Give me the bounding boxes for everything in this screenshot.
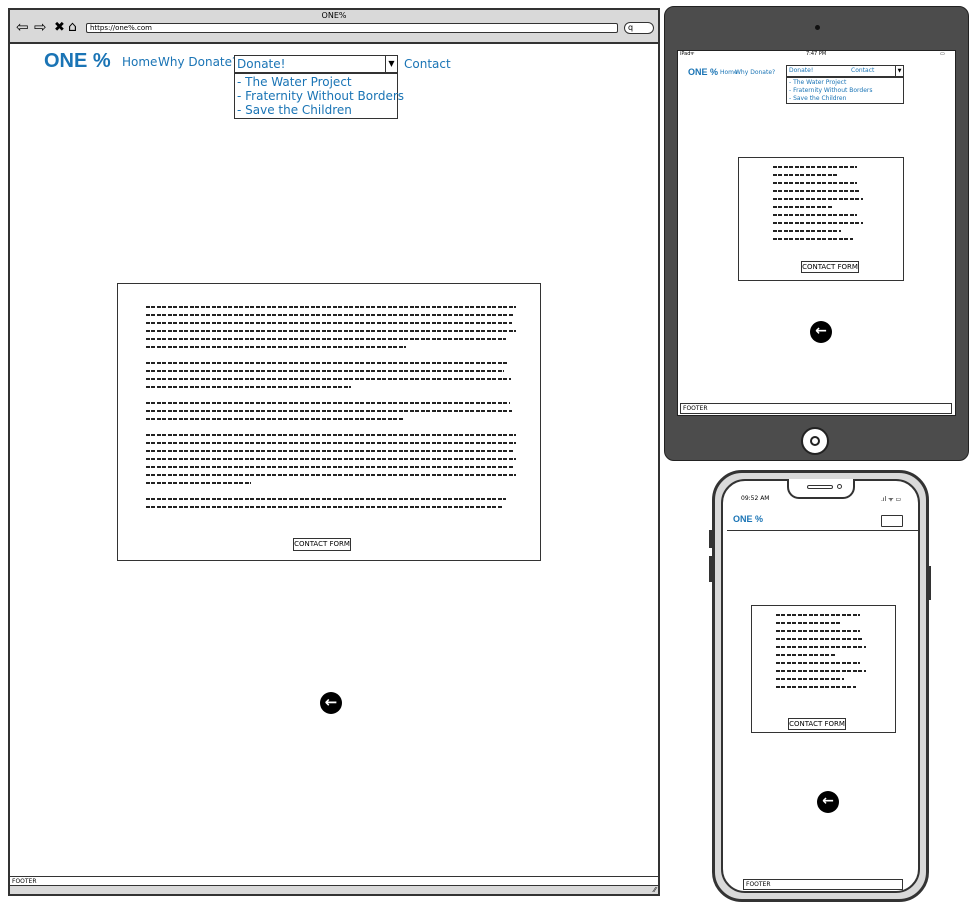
donate-dropdown[interactable]: Donate! ▼ xyxy=(234,55,398,73)
donate-option-water-project[interactable]: - The Water Project xyxy=(237,76,352,89)
chevron-down-icon[interactable]: ▼ xyxy=(385,56,397,72)
phone-header: ONE % xyxy=(727,509,918,531)
contact-form-button[interactable]: CONTACT FORM xyxy=(293,538,351,551)
home-icon[interactable]: ⌂ xyxy=(68,20,77,35)
url-field[interactable]: https://one%.com xyxy=(86,23,618,33)
search-field[interactable]: q xyxy=(624,22,654,34)
hamburger-menu-icon[interactable] xyxy=(881,515,903,527)
desktop-browser-window: ONE% ⇦ ⇨ ✖ ⌂ https://one%.com q ONE % Ho… xyxy=(8,8,660,896)
tablet-screen: iPad ᯤ 7:47 PM ▭ ONE % Home Why Donate? … xyxy=(677,50,956,416)
site-logo[interactable]: ONE % xyxy=(688,67,718,77)
nav-why-donate-link[interactable]: Why Donate? xyxy=(735,69,775,76)
page-footer: FOOTER xyxy=(10,876,658,886)
content-card: CONTACT FORM xyxy=(738,157,904,281)
donate-dropdown-value: Donate! xyxy=(237,57,286,71)
wifi-icon: ᯤ xyxy=(690,51,695,57)
tablet-camera xyxy=(815,25,820,30)
chevron-down-icon[interactable]: ▼ xyxy=(895,66,903,76)
nav-why-donate-link[interactable]: Why Donate? xyxy=(158,55,238,69)
home-button-icon xyxy=(810,436,820,446)
back-arrow-icon[interactable]: ⇦ xyxy=(16,20,29,35)
nav-contact-link[interactable]: Contact xyxy=(851,67,874,74)
phone-status-time: 09:52 AM xyxy=(741,495,770,502)
signal-wifi-battery-icon: .ıl ᯤ ▭ xyxy=(881,496,902,503)
browser-titlebar: ONE% ⇦ ⇨ ✖ ⌂ https://one%.com q xyxy=(10,10,658,44)
donate-dropdown-menu: - The Water Project - Fraternity Without… xyxy=(234,73,404,119)
placeholder-text-block xyxy=(146,306,516,514)
window-title: ONE% xyxy=(321,11,347,20)
donate-dropdown-menu: - The Water Project - Fraternity Without… xyxy=(786,77,904,104)
page-footer: FOOTER xyxy=(743,879,903,890)
donate-option-fraternity-without-borders[interactable]: - Fraternity Without Borders xyxy=(789,87,873,95)
donate-dropdown-value: Donate! xyxy=(789,67,814,74)
phone-speaker xyxy=(807,485,833,489)
close-icon[interactable]: ✖ xyxy=(54,20,65,35)
phone-camera xyxy=(837,484,842,489)
phone-device: 09:52 AM .ıl ᯤ ▭ ONE % CONTACT FORM ← FO… xyxy=(712,470,929,902)
donate-option-save-the-children[interactable]: - Save the Children xyxy=(789,95,846,103)
nav-contact-link[interactable]: Contact xyxy=(404,57,451,71)
phone-notch xyxy=(787,479,855,499)
forward-arrow-icon[interactable]: ⇨ xyxy=(34,20,47,35)
tablet-device: iPad ᯤ 7:47 PM ▭ ONE % Home Why Donate? … xyxy=(664,6,969,461)
back-circle-arrow-icon[interactable]: ← xyxy=(320,692,342,714)
site-logo[interactable]: ONE % xyxy=(733,514,763,524)
tablet-device-label: iPad xyxy=(680,51,691,57)
contact-form-button[interactable]: CONTACT FORM xyxy=(801,261,859,273)
donate-option-water-project[interactable]: - The Water Project xyxy=(789,79,846,87)
content-card: CONTACT FORM xyxy=(117,283,541,561)
site-logo[interactable]: ONE % xyxy=(44,50,111,73)
contact-form-button[interactable]: CONTACT FORM xyxy=(788,718,846,730)
tablet-status-bar: iPad ᯤ 7:47 PM ▭ xyxy=(678,51,955,59)
back-circle-arrow-icon[interactable]: ← xyxy=(810,321,832,343)
page-footer: FOOTER xyxy=(680,403,952,414)
search-icon: q xyxy=(628,23,634,32)
battery-icon: ▭ xyxy=(940,51,945,57)
tablet-status-time: 7:47 PM xyxy=(806,51,827,57)
content-card: CONTACT FORM xyxy=(751,605,896,733)
tablet-home-button[interactable] xyxy=(801,427,829,455)
resize-grip-icon[interactable]: ⁄⁄ xyxy=(654,886,656,894)
placeholder-text-block xyxy=(776,614,866,694)
nav-home-link[interactable]: Home xyxy=(122,55,157,69)
phone-screen: 09:52 AM .ıl ᯤ ▭ ONE % CONTACT FORM ← FO… xyxy=(721,479,920,893)
donate-dropdown[interactable]: Donate! Contact ▼ xyxy=(786,65,904,77)
donate-option-fraternity-without-borders[interactable]: - Fraternity Without Borders xyxy=(237,90,404,103)
placeholder-text-block xyxy=(773,166,863,246)
back-circle-arrow-icon[interactable]: ← xyxy=(817,791,839,813)
donate-option-save-the-children[interactable]: - Save the Children xyxy=(237,104,352,117)
browser-statusbar xyxy=(10,886,658,894)
